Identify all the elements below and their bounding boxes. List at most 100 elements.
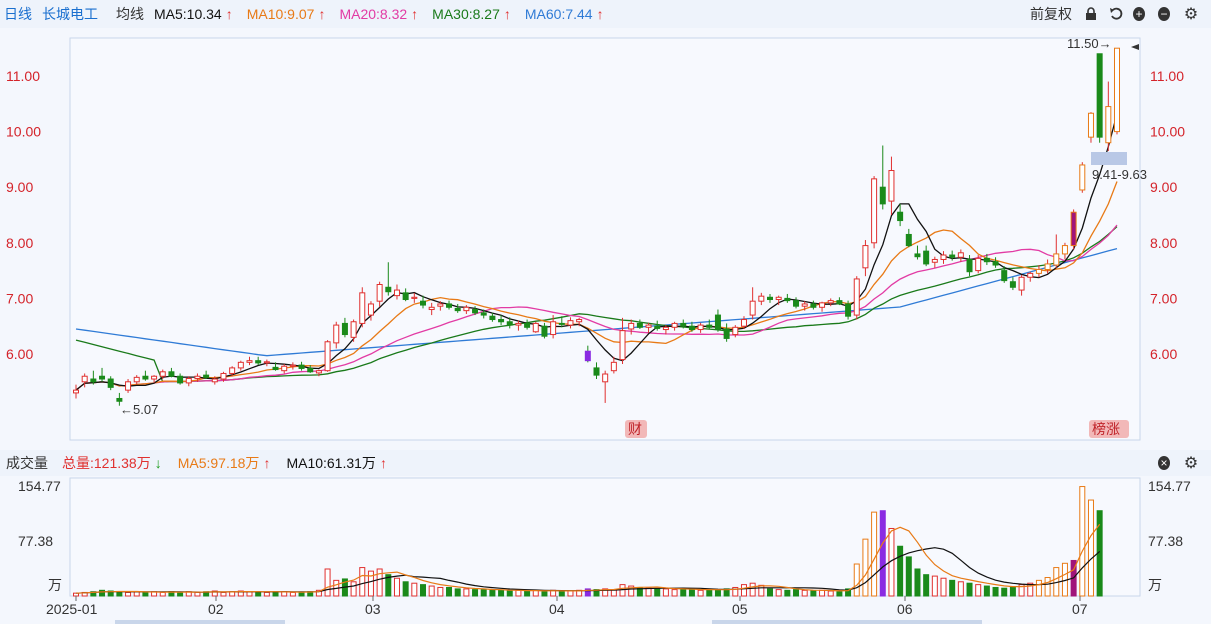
price-tick-left: 11.00 <box>6 68 40 84</box>
candle-body <box>393 289 400 297</box>
volume-bar <box>177 591 184 597</box>
candle-body <box>975 257 982 272</box>
volume-bar <box>1087 499 1094 597</box>
price-tick-left: 10.00 <box>6 124 41 140</box>
candle-body <box>740 319 747 327</box>
volume-bar <box>957 581 964 597</box>
volume-bar <box>437 586 444 597</box>
candle-body <box>784 297 791 302</box>
candle-body <box>125 381 132 391</box>
volume-bar <box>1044 577 1051 597</box>
volume-bar <box>524 590 531 597</box>
volume-bar <box>740 584 747 597</box>
candle-body <box>949 254 956 258</box>
price-tick-left: 9.00 <box>6 179 33 195</box>
candle-body <box>203 374 210 378</box>
volume-bar <box>480 589 487 597</box>
candle-body <box>472 309 479 314</box>
price-tick-left: 7.00 <box>6 290 33 306</box>
volume-bar <box>671 589 678 597</box>
candle-body <box>862 245 869 269</box>
candle-body <box>801 303 808 307</box>
candle-body <box>437 303 444 307</box>
volume-bar <box>298 591 305 597</box>
candle-body <box>385 286 392 293</box>
candle-body <box>211 378 218 383</box>
volume-bar <box>706 589 713 597</box>
candle-body <box>897 211 904 222</box>
candle-body <box>446 303 453 308</box>
candle-body <box>194 375 201 379</box>
candle-body <box>775 296 782 301</box>
candle-body <box>480 312 487 316</box>
candle-body <box>723 328 730 339</box>
candle-body <box>1035 268 1042 274</box>
volume-bar <box>801 589 808 597</box>
volume-tick-left: 154.77 <box>18 478 61 494</box>
candle-body <box>931 258 938 263</box>
kline-chart[interactable]: 11.00 11.00 10.00 10.00 9.00 9.00 8.00 8.00 7.00… <box>0 0 1211 624</box>
volume-bar <box>662 588 669 597</box>
range-annotation: 9.41-9.63 <box>1092 167 1147 182</box>
volume-bar <box>402 581 409 597</box>
candle-body <box>1053 253 1060 266</box>
volume-bar <box>263 591 270 597</box>
candle-body <box>871 178 878 244</box>
candle-body <box>940 254 947 260</box>
candle-body <box>749 300 756 316</box>
candle-body <box>532 322 539 333</box>
volume-bar <box>359 567 366 597</box>
volume-bar <box>749 582 756 597</box>
volume-bar <box>914 568 921 597</box>
scroll-track-left <box>115 620 285 624</box>
candle-body <box>576 319 583 323</box>
candle-body <box>1044 263 1051 270</box>
volume-bar <box>975 584 982 597</box>
volume-tick-left: 77.38 <box>18 533 53 549</box>
candle-body <box>341 322 348 336</box>
candle-body <box>177 375 184 384</box>
candle-body <box>983 257 990 263</box>
candle-body <box>367 303 374 316</box>
candle-body <box>584 350 591 362</box>
x-tick-label: 03 <box>365 601 381 617</box>
volume-bar <box>983 585 990 597</box>
candle-body <box>81 375 88 383</box>
candle-body <box>706 324 713 328</box>
candle-body <box>420 300 426 306</box>
volume-bar <box>654 588 661 597</box>
volume-bar <box>142 591 149 597</box>
price-tick-right: 8.00 <box>1150 235 1177 251</box>
candle-body <box>879 186 886 205</box>
volume-bar <box>125 591 132 597</box>
volume-bar <box>949 579 956 597</box>
candle-body <box>888 170 895 202</box>
volume-bar <box>324 568 331 597</box>
volume-bar <box>905 556 912 597</box>
price-tick-right: 7.00 <box>1150 290 1177 306</box>
candle-body <box>619 330 626 361</box>
candle-body <box>116 397 123 402</box>
candle-body <box>662 326 669 331</box>
volume-bar <box>923 574 930 597</box>
candle-body <box>428 306 435 311</box>
candle-body <box>298 364 305 369</box>
candle-body <box>402 292 409 301</box>
scroll-track-right <box>712 620 982 624</box>
x-tick-label: 05 <box>732 601 748 617</box>
candle-body <box>237 361 244 369</box>
volume-bar <box>767 588 773 597</box>
candle-body <box>1087 112 1094 138</box>
candle-body <box>1061 245 1068 255</box>
candle-body <box>324 341 331 372</box>
candle-body <box>376 284 383 302</box>
volume-bar <box>992 586 999 597</box>
x-tick-label: 04 <box>549 601 565 617</box>
candle-body <box>923 250 930 265</box>
low-annotation: ←5.07 <box>120 402 158 417</box>
volume-bar <box>220 591 227 597</box>
volume-bar <box>810 590 817 597</box>
candle-body <box>90 378 97 383</box>
candle-body <box>246 360 253 363</box>
volume-bar <box>558 590 565 597</box>
